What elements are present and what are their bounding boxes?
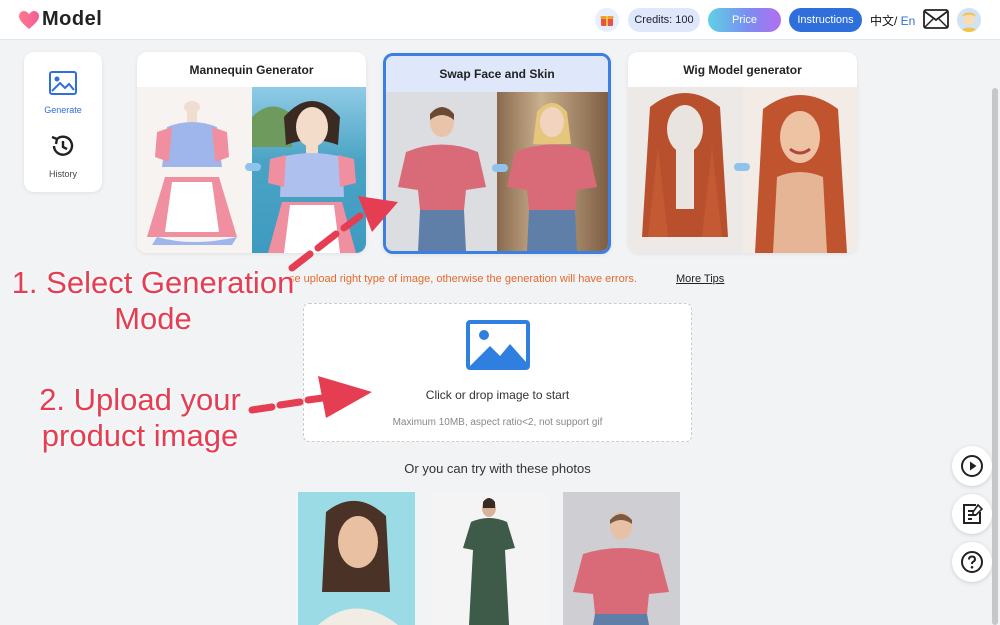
logo[interactable]: Model xyxy=(18,8,102,31)
mode-card-mannequin[interactable]: Mannequin Generator xyxy=(137,52,366,253)
help-button[interactable] xyxy=(952,542,992,582)
swap-source-image xyxy=(386,92,497,251)
nav-history-label: History xyxy=(48,169,77,179)
logo-text: Model xyxy=(42,8,103,30)
mode-card-swap-face[interactable]: Swap Face and Skin xyxy=(383,53,611,254)
sample-photos-label: Or you can try with these photos xyxy=(404,461,591,476)
mail-icon xyxy=(923,9,949,29)
user-avatar[interactable] xyxy=(957,8,981,32)
annotation-step-2-line-2: product image xyxy=(41,418,239,453)
price-button[interactable]: Price xyxy=(708,8,781,32)
sample-photo-woman-portrait[interactable] xyxy=(298,492,415,625)
question-icon xyxy=(961,551,983,573)
language-switch[interactable]: 中文/ En xyxy=(870,12,915,29)
lang-zh[interactable]: 中文/ xyxy=(870,14,897,28)
upload-sub-text: Maximum 10MB, aspect ratio<2, not suppor… xyxy=(392,417,603,428)
feedback-button[interactable] xyxy=(952,494,992,534)
mannequin-outfit-image xyxy=(137,87,252,253)
upload-tip-text: se upload right type of image, otherwise… xyxy=(289,273,637,285)
sample-photo-green-dress[interactable] xyxy=(431,492,548,625)
edit-note-icon xyxy=(963,503,984,524)
upload-dropzone[interactable]: Click or drop image to start Maximum 10M… xyxy=(303,303,692,442)
annotation-step-1: 1. Select Generation Mode xyxy=(8,265,298,337)
page-scrollbar[interactable] xyxy=(992,88,998,625)
mode-card-wig[interactable]: Wig Model generator xyxy=(628,52,857,253)
wig-mannequin-image xyxy=(628,87,743,253)
mode-card-title: Wig Model generator xyxy=(683,62,802,77)
swap-arrow-icon xyxy=(734,163,750,171)
image-icon xyxy=(49,71,77,95)
nav-item-generate[interactable]: Generate xyxy=(24,70,102,115)
credits-badge[interactable]: Credits: 100 xyxy=(628,8,700,32)
play-icon xyxy=(961,455,983,477)
annotation-step-1-line-2: Mode xyxy=(114,301,192,336)
side-navigation: Generate History xyxy=(24,52,102,192)
mail-button[interactable] xyxy=(923,9,949,34)
nav-generate-label: Generate xyxy=(44,105,82,115)
history-icon xyxy=(51,135,74,156)
gift-button[interactable] xyxy=(595,8,619,32)
annotation-step-2: 2. Upload your product image xyxy=(20,382,260,454)
gift-icon xyxy=(600,16,614,26)
avatar-icon xyxy=(957,8,981,32)
sample-photo-pink-tshirt[interactable] xyxy=(563,492,680,625)
heart-logo-icon xyxy=(19,10,39,29)
annotation-step-1-line-1: 1. Select Generation xyxy=(11,265,295,300)
swap-arrow-icon xyxy=(245,163,261,171)
mode-card-title: Mannequin Generator xyxy=(189,62,314,77)
swap-arrow-icon xyxy=(492,164,508,172)
upload-main-text: Click or drop image to start xyxy=(425,388,570,402)
wig-model-image xyxy=(742,87,857,253)
top-header: Model Credits: 100 Price Instructions 中文… xyxy=(0,0,1000,40)
annotation-step-2-line-1: 2. Upload your xyxy=(39,382,241,417)
swap-result-image xyxy=(497,92,608,251)
mode-card-title: Swap Face and Skin xyxy=(386,56,608,92)
nav-item-history[interactable]: History xyxy=(24,132,102,179)
more-tips-link[interactable]: More Tips xyxy=(676,273,724,285)
mannequin-result-image xyxy=(251,87,366,253)
mode-card-images xyxy=(386,92,608,251)
instructions-button[interactable]: Instructions xyxy=(789,8,862,32)
lang-en[interactable]: En xyxy=(897,14,916,28)
upload-image-icon xyxy=(466,320,530,370)
video-tutorial-button[interactable] xyxy=(952,446,992,486)
